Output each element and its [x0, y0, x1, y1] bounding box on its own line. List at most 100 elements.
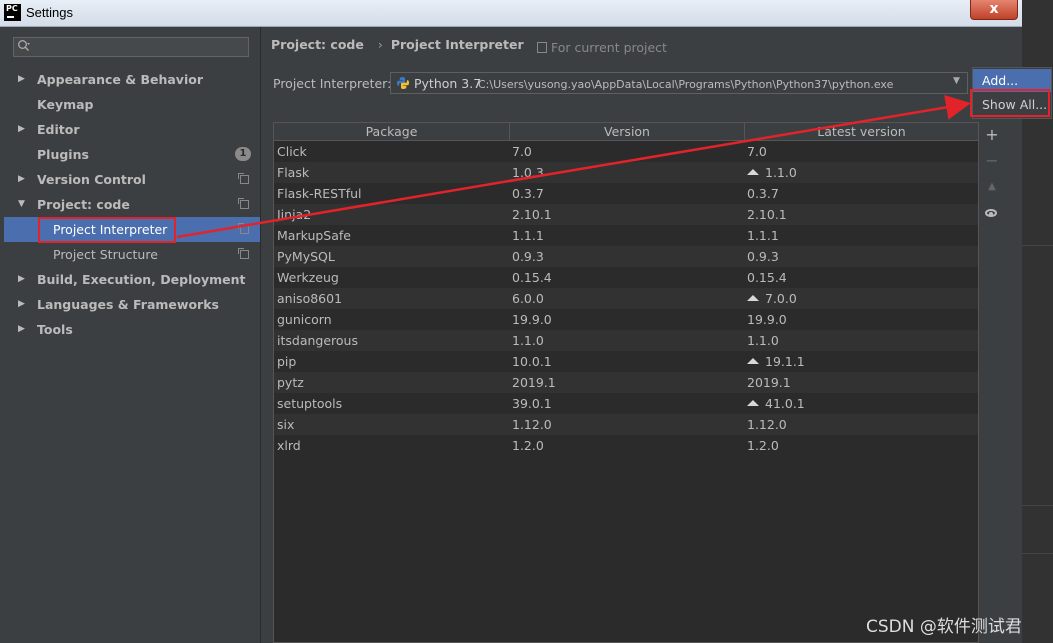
cell-latest: 0.15.4	[747, 267, 787, 288]
sidebar-item-plugins[interactable]: Plugins 1	[4, 142, 260, 167]
chevron-right-icon[interactable]: ▶	[18, 117, 25, 142]
show-early-releases-button[interactable]	[981, 202, 1003, 224]
cell-text: 1.2.0	[747, 438, 779, 453]
sidebar-item-label: Build, Execution, Deployment	[37, 272, 246, 287]
cell-text: 0.3.7	[512, 186, 544, 201]
cell-text: Flask-RESTful	[277, 186, 362, 201]
sidebar-item-label: Appearance & Behavior	[37, 72, 203, 87]
chevron-down-icon[interactable]: ▼	[18, 192, 25, 217]
sidebar-item-build-execution-deployment[interactable]: ▶ Build, Execution, Deployment	[4, 267, 260, 292]
table-row[interactable]: Flask 1.0.3 1.1.0	[274, 162, 978, 183]
cell-text: Click	[277, 144, 307, 159]
table-row[interactable]: aniso8601 6.0.0 7.0.0	[274, 288, 978, 309]
cell-package: setuptools	[277, 393, 342, 414]
column-header-latest[interactable]: Latest version	[745, 123, 978, 140]
window-title: Settings	[26, 5, 73, 20]
table-row[interactable]: itsdangerous 1.1.0 1.1.0	[274, 330, 978, 351]
cell-package: Click	[277, 141, 307, 162]
cell-text: 2.10.1	[512, 207, 552, 222]
sidebar-item-project-code[interactable]: ▼ Project: code	[4, 192, 260, 217]
cell-package: Werkzeug	[277, 267, 339, 288]
package-toolbar: + − ▲	[981, 122, 1003, 242]
interpreter-name: Python 3.7	[414, 76, 482, 91]
cell-text: 0.3.7	[747, 186, 779, 201]
cell-latest: 0.3.7	[747, 183, 779, 204]
chevron-right-icon[interactable]: ▶	[18, 292, 25, 317]
table-row[interactable]: six 1.12.0 1.12.0	[274, 414, 978, 435]
dropdown-arrow-icon[interactable]: ▼	[953, 76, 960, 86]
sidebar-item-label: Keymap	[37, 97, 94, 112]
title-bar: PC Settings x	[0, 0, 1022, 27]
cell-version: 1.2.0	[512, 435, 544, 456]
table-row[interactable]: setuptools 39.0.1 41.0.1	[274, 393, 978, 414]
interpreter-select[interactable]: Python 3.7 C:\Users\yusong.yao\AppData\L…	[390, 72, 968, 94]
pycharm-logo-icon: PC	[4, 4, 21, 21]
column-header-package[interactable]: Package	[274, 123, 510, 140]
sidebar-item-tools[interactable]: ▶ Tools	[4, 317, 260, 342]
chevron-right-icon[interactable]: ▶	[18, 317, 25, 342]
remove-package-button[interactable]: −	[981, 150, 1003, 172]
cell-text: Jinja2	[277, 207, 312, 222]
cell-text: 19.9.0	[747, 312, 787, 327]
sidebar-item-editor[interactable]: ▶ Editor	[4, 117, 260, 142]
chevron-right-icon[interactable]: ▶	[18, 67, 25, 92]
cell-latest: 41.0.1	[747, 393, 805, 414]
chevron-right-icon[interactable]: ▶	[18, 167, 25, 192]
table-row[interactable]: Click 7.0 7.0	[274, 141, 978, 162]
cell-text: itsdangerous	[277, 333, 358, 348]
cell-text: 1.0.3	[512, 165, 544, 180]
search-input[interactable]	[34, 39, 244, 55]
cell-text: 1.1.0	[747, 333, 779, 348]
cell-text: 7.0	[512, 144, 532, 159]
settings-search[interactable]	[13, 37, 249, 57]
add-package-button[interactable]: +	[981, 124, 1003, 146]
table-row[interactable]: Flask-RESTful 0.3.7 0.3.7	[274, 183, 978, 204]
sidebar-item-languages-frameworks[interactable]: ▶ Languages & Frameworks	[4, 292, 260, 317]
eye-icon	[985, 209, 997, 217]
cell-version: 2019.1	[512, 372, 556, 393]
cell-version: 1.1.0	[512, 330, 544, 351]
cell-latest: 7.0	[747, 141, 767, 162]
sidebar-item-version-control[interactable]: ▶ Version Control	[4, 167, 260, 192]
close-button[interactable]: x	[970, 0, 1018, 20]
sidebar-item-project-structure[interactable]: Project Structure	[4, 242, 260, 267]
cell-latest: 1.2.0	[747, 435, 779, 456]
sidebar-item-appearance-behavior[interactable]: ▶ Appearance & Behavior	[4, 67, 260, 92]
cell-package: Flask-RESTful	[277, 183, 362, 204]
sidebar-item-label: Plugins	[37, 147, 89, 162]
cell-package: gunicorn	[277, 309, 332, 330]
cell-text: 0.9.3	[747, 249, 779, 264]
search-icon	[17, 39, 31, 53]
cell-package: Flask	[277, 162, 309, 183]
table-row[interactable]: PyMySQL 0.9.3 0.9.3	[274, 246, 978, 267]
breadcrumb-project[interactable]: Project: code	[271, 37, 364, 52]
cell-latest: 7.0.0	[747, 288, 797, 309]
python-icon	[396, 76, 410, 90]
cell-text: 41.0.1	[765, 396, 805, 411]
interpreter-path: C:\Users\yusong.yao\AppData\Local\Progra…	[478, 78, 894, 91]
chevron-right-icon[interactable]: ▶	[18, 267, 25, 292]
table-row[interactable]: pytz 2019.1 2019.1	[274, 372, 978, 393]
settings-window: PC Settings x ▶ Appearance & Behavior Keym…	[0, 0, 1052, 643]
sidebar-item-keymap[interactable]: Keymap	[4, 92, 260, 117]
column-header-version[interactable]: Version	[510, 123, 745, 140]
packages-table: Package Version Latest version Click 7.0 7…	[273, 122, 979, 643]
cell-version: 2.10.1	[512, 204, 552, 225]
table-row[interactable]: xlrd 1.2.0 1.2.0	[274, 435, 978, 456]
cell-package: PyMySQL	[277, 246, 335, 267]
table-row[interactable]: Werkzeug 0.15.4 0.15.4	[274, 267, 978, 288]
table-row[interactable]: gunicorn 19.9.0 19.9.0	[274, 309, 978, 330]
table-row[interactable]: MarkupSafe 1.1.1 1.1.1	[274, 225, 978, 246]
cell-version: 0.9.3	[512, 246, 544, 267]
remove-icon: −	[985, 151, 999, 170]
upgrade-package-button[interactable]: ▲	[981, 176, 1003, 198]
cell-latest: 2.10.1	[747, 204, 787, 225]
table-row[interactable]: Jinja2 2.10.1 2.10.1	[274, 204, 978, 225]
sidebar-item-label: Project Structure	[53, 247, 158, 262]
upgrade-available-icon	[747, 400, 759, 406]
table-row[interactable]: pip 10.0.1 19.1.1	[274, 351, 978, 372]
cell-latest: 0.9.3	[747, 246, 779, 267]
cell-text: 6.0.0	[512, 291, 544, 306]
cell-text: 1.12.0	[512, 417, 552, 432]
project-scope-icon	[238, 173, 249, 184]
